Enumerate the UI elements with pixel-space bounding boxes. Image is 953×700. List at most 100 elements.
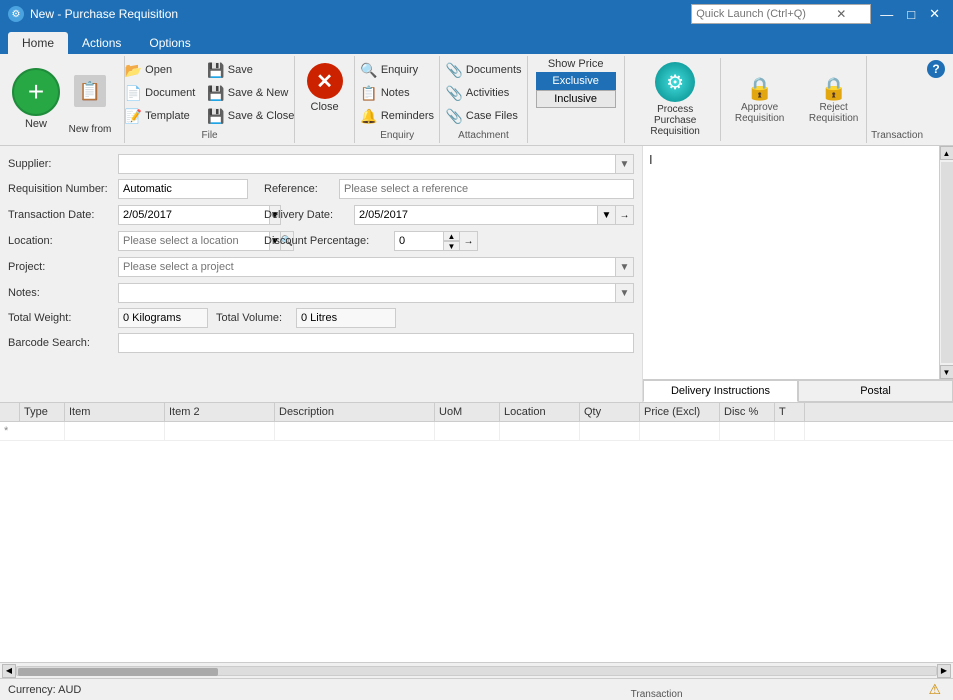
notes-dropdown[interactable]: ▼ <box>616 283 634 303</box>
project-input-wrap: ▼ <box>118 257 634 277</box>
left-form-panel: Supplier: ▼ Requisition Number: Referenc… <box>0 146 643 402</box>
activities-button[interactable]: 📎 Activities <box>441 83 525 104</box>
right-panel: I ▲ ▼ Delivery Instructions Postal <box>643 146 953 402</box>
hscroll-right[interactable]: ▶ <box>937 664 951 678</box>
new-row-price[interactable] <box>640 422 720 440</box>
delivery-date-dropdown[interactable]: ▼ <box>598 205 616 225</box>
tab-home[interactable]: Home <box>8 32 68 54</box>
enquiry-col: 🔍 Enquiry 📋 Notes 🔔 Reminders <box>356 58 438 128</box>
new-button[interactable]: + <box>12 68 60 116</box>
delivery-instructions-tab[interactable]: Delivery Instructions <box>643 380 798 402</box>
hscroll-thumb[interactable] <box>18 668 218 676</box>
new-row-loc[interactable] <box>500 422 580 440</box>
ribbon: + New 📋 New from 📂 Open <box>0 54 953 146</box>
hscroll-left[interactable]: ◀ <box>2 664 16 678</box>
file-col-1: 📂 Open 📄 Document 📝 Template <box>121 60 200 127</box>
close-button[interactable]: ✕ Close <box>299 58 351 118</box>
attachment-col: 📎 Documents 📎 Activities 📎 Case Files <box>441 58 525 128</box>
template-button[interactable]: 📝 Template <box>121 106 200 127</box>
ribbon-group-transaction: ⚙ ProcessPurchase Requisition 🔒 ApproveR… <box>625 56 867 143</box>
location-label: Location: <box>8 235 118 247</box>
project-input[interactable] <box>118 257 616 277</box>
vscroll-track[interactable] <box>941 162 953 363</box>
main-content: Supplier: ▼ Requisition Number: Referenc… <box>0 146 953 700</box>
project-label: Project: <box>8 261 118 273</box>
enquiry-button[interactable]: 🔍 Enquiry <box>356 60 438 81</box>
delivery-date-label: Delivery Date: <box>264 209 354 221</box>
trans-date-input[interactable] <box>118 205 270 225</box>
new-row-t[interactable] <box>775 422 805 440</box>
grid-new-row[interactable]: * <box>0 422 953 441</box>
save-button[interactable]: 💾 Save <box>203 60 298 81</box>
window-close-button[interactable]: ✕ <box>924 6 945 22</box>
location-input[interactable] <box>118 231 270 251</box>
new-row-item[interactable] <box>65 422 165 440</box>
discount-down[interactable]: ▼ <box>444 241 460 251</box>
trans-date-wrap: ▼ <box>118 205 248 225</box>
quick-launch-search[interactable]: ✕ <box>691 4 871 24</box>
file-group-label: File <box>201 128 217 141</box>
grid-col-type: Type <box>20 403 65 421</box>
process-label: ProcessPurchase Requisition <box>639 104 712 137</box>
notes-button[interactable]: 📋 Notes <box>356 83 438 104</box>
grid-col-rownum <box>0 403 20 421</box>
hscroll-track[interactable] <box>16 666 937 676</box>
vscroll-up[interactable]: ▲ <box>940 146 953 160</box>
delivery-date-input[interactable] <box>354 205 598 225</box>
maximize-button[interactable]: □ <box>902 7 920 22</box>
discount-input[interactable] <box>394 231 444 251</box>
approve-requisition-button[interactable]: 🔒 ApproveRequisition <box>725 72 795 128</box>
trans-date-label: Transaction Date: <box>8 209 118 221</box>
case-files-button[interactable]: 📎 Case Files <box>441 106 525 127</box>
project-dropdown[interactable]: ▼ <box>616 257 634 277</box>
document-button[interactable]: 📄 Document <box>121 83 200 104</box>
discount-nav[interactable]: → <box>460 231 478 251</box>
new-row-item2[interactable] <box>165 422 275 440</box>
new-from-button[interactable]: 📋 <box>64 62 116 122</box>
postal-tab[interactable]: Postal <box>798 380 953 402</box>
delivery-notes-area[interactable]: I <box>643 146 939 379</box>
new-row-qty[interactable] <box>580 422 640 440</box>
show-price-label: Show Price <box>548 58 604 70</box>
notes-row: Notes: ▼ <box>8 282 634 304</box>
tab-actions[interactable]: Actions <box>68 32 135 54</box>
quick-launch-input[interactable] <box>696 8 836 20</box>
save-and-new-button[interactable]: 💾 Save & New <box>203 83 298 104</box>
new-row-desc[interactable] <box>275 422 435 440</box>
inclusive-button[interactable]: Inclusive <box>536 90 616 108</box>
reference-input[interactable] <box>339 179 634 199</box>
grid-body[interactable]: * <box>0 422 953 662</box>
supplier-dropdown-btn[interactable]: ▼ <box>616 154 634 174</box>
supplier-row: Supplier: ▼ <box>8 154 634 174</box>
documents-button[interactable]: 📎 Documents <box>441 60 525 81</box>
new-row-uom[interactable] <box>435 422 500 440</box>
reminders-button[interactable]: 🔔 Reminders <box>356 106 438 127</box>
tab-options[interactable]: Options <box>135 32 204 54</box>
open-button[interactable]: 📂 Open <box>121 60 200 81</box>
notes-input[interactable] <box>118 283 616 303</box>
save-and-close-button[interactable]: 💾 Save & Close <box>203 106 298 127</box>
new-label: New <box>25 118 47 130</box>
discount-up[interactable]: ▲ <box>444 231 460 241</box>
vscroll-down[interactable]: ▼ <box>940 365 953 379</box>
search-clear-icon[interactable]: ✕ <box>836 7 846 21</box>
exclusive-button[interactable]: Exclusive <box>536 72 616 90</box>
new-row-type[interactable] <box>20 422 65 440</box>
right-panel-inner: I ▲ ▼ <box>643 146 953 379</box>
minimize-button[interactable]: — <box>875 7 898 22</box>
delivery-date-nav[interactable]: → <box>616 205 634 225</box>
process-purchase-requisition-button[interactable]: ⚙ ProcessPurchase Requisition <box>631 58 721 141</box>
barcode-input[interactable] <box>118 333 634 353</box>
total-volume-input <box>296 308 396 328</box>
requisition-number-input[interactable] <box>118 179 248 199</box>
grid-col-disc: Disc % <box>720 403 775 421</box>
horizontal-scrollbar[interactable]: ◀ ▶ <box>0 662 953 678</box>
title-bar-left: ⚙ New - Purchase Requisition <box>8 6 178 22</box>
weight-volume-row: Total Weight: Total Volume: <box>8 308 634 328</box>
cursor-indicator: I <box>649 152 653 167</box>
new-row-disc[interactable] <box>720 422 775 440</box>
help-button[interactable]: ? <box>923 56 949 143</box>
supplier-input[interactable] <box>118 154 616 174</box>
reject-requisition-button[interactable]: 🔒 RejectRequisition <box>799 72 869 128</box>
file-buttons: 📂 Open 📄 Document 📝 Template 💾 <box>121 58 299 128</box>
